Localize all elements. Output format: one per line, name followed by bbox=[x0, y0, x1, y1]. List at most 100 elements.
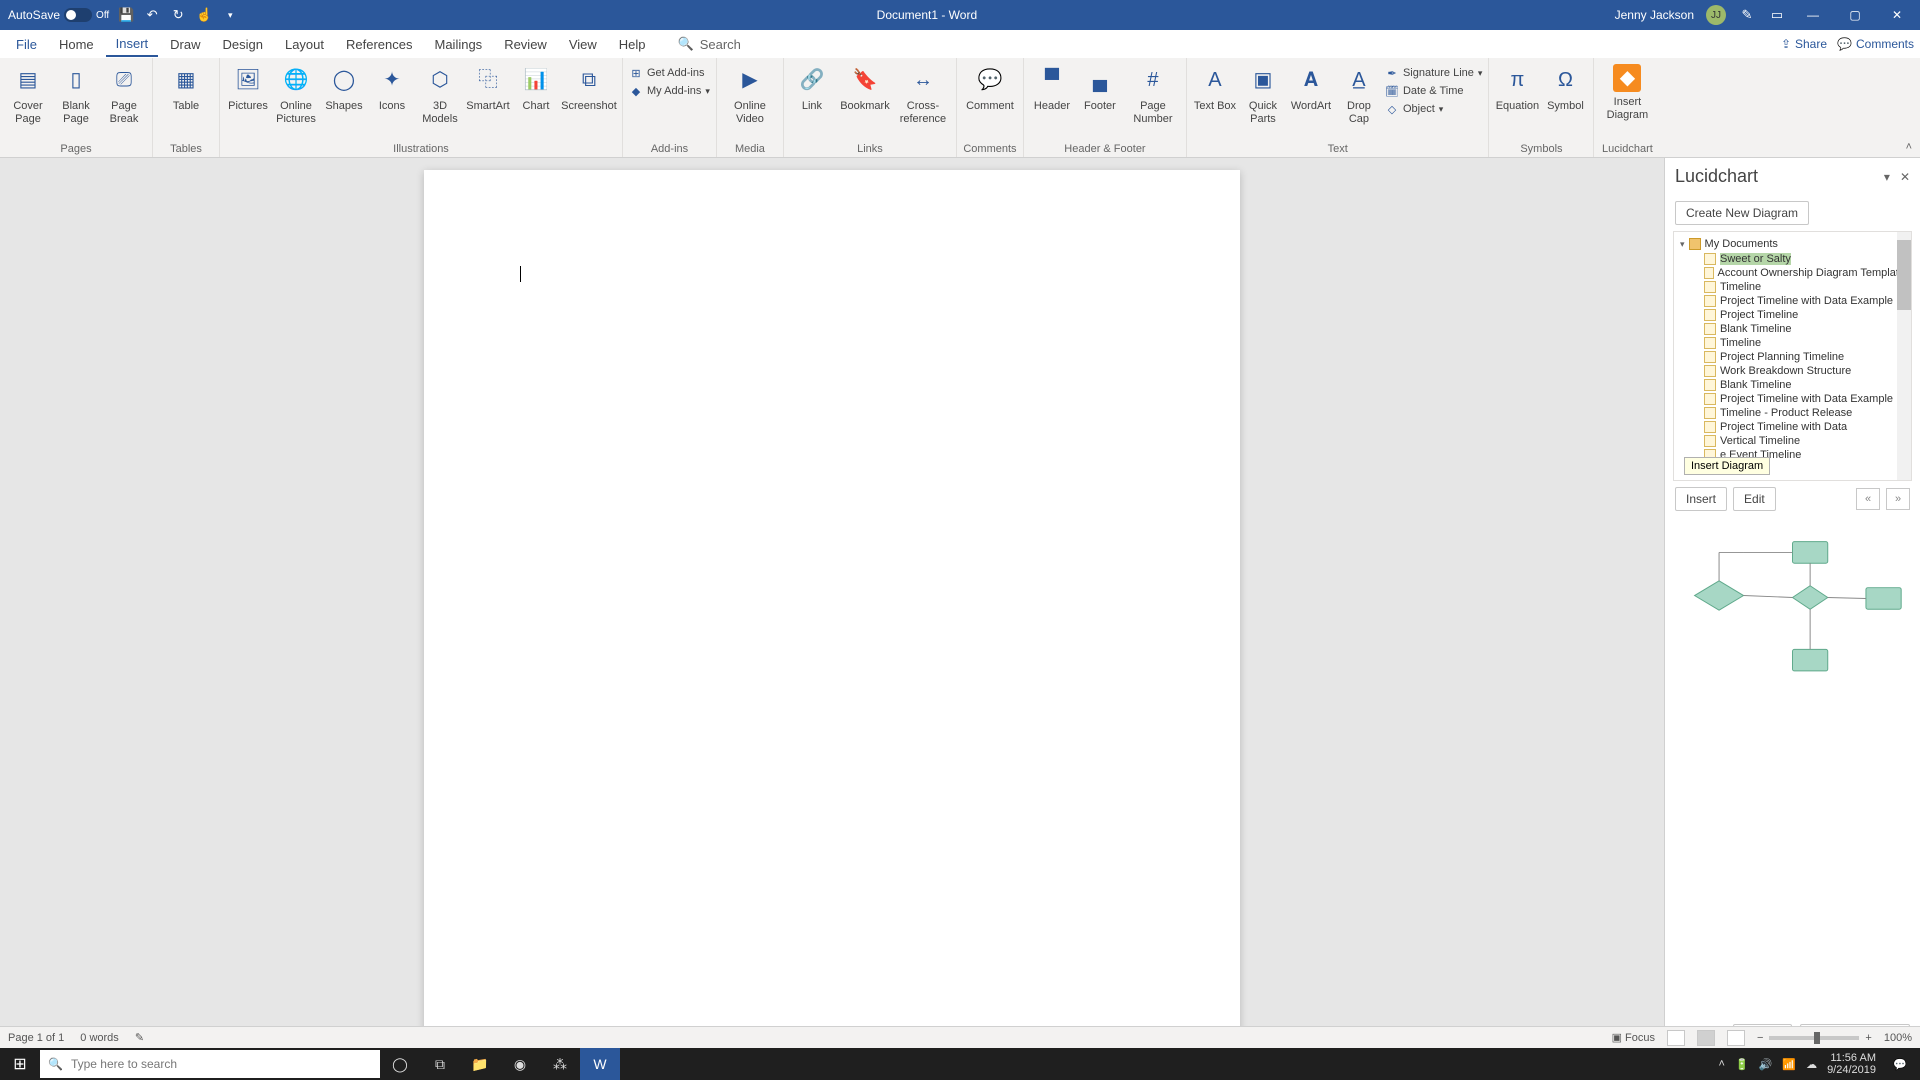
tree-item[interactable]: Project Timeline bbox=[1676, 308, 1909, 322]
textbox-button[interactable]: AText Box bbox=[1193, 62, 1237, 113]
footer-button[interactable]: ▄Footer bbox=[1078, 62, 1122, 113]
zoom-level[interactable]: 100% bbox=[1884, 1032, 1912, 1044]
tab-draw[interactable]: Draw bbox=[160, 33, 210, 56]
tab-insert[interactable]: Insert bbox=[106, 32, 159, 57]
symbol-button[interactable]: ΩSymbol bbox=[1543, 62, 1587, 113]
autosave-toggle[interactable]: AutoSave Off bbox=[8, 8, 109, 22]
read-mode-icon[interactable] bbox=[1667, 1030, 1685, 1046]
word-count[interactable]: 0 words bbox=[80, 1032, 119, 1044]
tree-item[interactable]: Account Ownership Diagram Template bbox=[1676, 266, 1909, 280]
tree-item[interactable]: Blank Timeline bbox=[1676, 378, 1909, 392]
qat-customize-icon[interactable]: ▾ bbox=[221, 6, 239, 24]
wifi-icon[interactable]: 📶 bbox=[1782, 1058, 1796, 1071]
screenshot-button[interactable]: ⧉Screenshot bbox=[562, 62, 616, 113]
tab-view[interactable]: View bbox=[559, 33, 607, 56]
focus-mode-button[interactable]: ▣ Focus bbox=[1612, 1031, 1655, 1044]
online-pictures-button[interactable]: 🌐Online Pictures bbox=[274, 62, 318, 125]
word-icon[interactable]: W bbox=[580, 1048, 620, 1080]
task-view-icon[interactable]: ⧉ bbox=[420, 1048, 460, 1080]
document-canvas[interactable] bbox=[0, 158, 1664, 1058]
share-button[interactable]: ⇪Share bbox=[1781, 37, 1827, 51]
tab-review[interactable]: Review bbox=[494, 33, 557, 56]
tree-item[interactable]: Vertical Timeline bbox=[1676, 434, 1909, 448]
cortana-icon[interactable]: ◯ bbox=[380, 1048, 420, 1080]
expand-icon[interactable]: ▾ bbox=[1680, 239, 1685, 250]
toggle-switch[interactable] bbox=[64, 8, 92, 22]
close-button[interactable]: ✕ bbox=[1882, 5, 1912, 25]
zoom-out-icon[interactable]: − bbox=[1757, 1032, 1763, 1044]
taskbar-search[interactable]: 🔍 Type here to search bbox=[40, 1050, 380, 1078]
tray-chevron-icon[interactable]: ˄ bbox=[1719, 1058, 1725, 1070]
slack-icon[interactable]: ⁂ bbox=[540, 1048, 580, 1080]
minimize-button[interactable]: — bbox=[1798, 5, 1828, 25]
header-button[interactable]: ▀Header bbox=[1030, 62, 1074, 113]
save-icon[interactable]: 💾 bbox=[117, 6, 135, 24]
zoom-thumb[interactable] bbox=[1814, 1032, 1820, 1044]
tree-item[interactable]: Sweet or Salty bbox=[1676, 252, 1909, 266]
panel-options-icon[interactable]: ▾ bbox=[1884, 170, 1890, 184]
scrollbar-thumb[interactable] bbox=[1897, 240, 1911, 310]
coming-soon-icon[interactable]: ✎ bbox=[1738, 6, 1756, 24]
repeat-icon[interactable]: ↻ bbox=[169, 6, 187, 24]
tree-root-folder[interactable]: ▾ My Documents bbox=[1676, 236, 1909, 252]
collapse-ribbon-icon[interactable]: ˄ bbox=[1906, 141, 1912, 153]
edit-button[interactable]: Edit bbox=[1733, 487, 1776, 511]
ribbon-display-icon[interactable]: ▭ bbox=[1768, 6, 1786, 24]
blank-page-button[interactable]: ▯Blank Page bbox=[54, 62, 98, 125]
file-explorer-icon[interactable]: 📁 bbox=[460, 1048, 500, 1080]
touch-mode-icon[interactable]: ☝ bbox=[195, 6, 213, 24]
quick-parts-button[interactable]: ▣Quick Parts bbox=[1241, 62, 1285, 125]
panel-close-icon[interactable]: ✕ bbox=[1900, 170, 1910, 184]
tab-help[interactable]: Help bbox=[609, 33, 656, 56]
date-time-button[interactable]: 🗓Date & Time bbox=[1385, 84, 1482, 98]
battery-icon[interactable]: 🔋 bbox=[1735, 1058, 1749, 1071]
tell-me-search[interactable]: 🔍 Search bbox=[678, 36, 741, 52]
cover-page-button[interactable]: ▤Cover Page bbox=[6, 62, 50, 125]
page-number-button[interactable]: #Page Number bbox=[1126, 62, 1180, 125]
maximize-button[interactable]: ▢ bbox=[1840, 5, 1870, 25]
tree-item[interactable]: Project Planning Timeline bbox=[1676, 350, 1909, 364]
tree-item[interactable]: Timeline - Product Release bbox=[1676, 406, 1909, 420]
print-layout-icon[interactable] bbox=[1697, 1030, 1715, 1046]
wordart-button[interactable]: 𝐀WordArt bbox=[1289, 62, 1333, 113]
volume-icon[interactable]: 🔊 bbox=[1759, 1058, 1773, 1071]
tree-item[interactable]: Work Breakdown Structure bbox=[1676, 364, 1909, 378]
tab-design[interactable]: Design bbox=[213, 33, 273, 56]
zoom-in-icon[interactable]: + bbox=[1865, 1032, 1871, 1044]
3d-models-button[interactable]: ⬡3D Models bbox=[418, 62, 462, 125]
page-indicator[interactable]: Page 1 of 1 bbox=[8, 1032, 64, 1044]
create-new-diagram-button[interactable]: Create New Diagram bbox=[1675, 201, 1809, 225]
insert-diagram-button[interactable]: ◆Insert Diagram bbox=[1600, 62, 1654, 121]
comment-button[interactable]: 💬Comment bbox=[963, 62, 1017, 113]
cross-reference-button[interactable]: ↔Cross-reference bbox=[896, 62, 950, 125]
pictures-button[interactable]: 🖼Pictures bbox=[226, 62, 270, 113]
tab-layout[interactable]: Layout bbox=[275, 33, 334, 56]
page-break-button[interactable]: ⎚Page Break bbox=[102, 62, 146, 125]
prev-page-button[interactable]: « bbox=[1856, 488, 1880, 510]
get-addins-button[interactable]: ⊞Get Add-ins bbox=[629, 66, 710, 80]
tree-scrollbar[interactable] bbox=[1897, 232, 1911, 480]
tab-home[interactable]: Home bbox=[49, 33, 104, 56]
online-video-button[interactable]: ▶Online Video bbox=[723, 62, 777, 125]
tab-references[interactable]: References bbox=[336, 33, 422, 56]
equation-button[interactable]: πEquation bbox=[1495, 62, 1539, 113]
tree-item[interactable]: Project Timeline with Data bbox=[1676, 420, 1909, 434]
chart-button[interactable]: 📊Chart bbox=[514, 62, 558, 113]
shapes-button[interactable]: ◯Shapes bbox=[322, 62, 366, 113]
tree-item[interactable]: Blank Timeline bbox=[1676, 322, 1909, 336]
zoom-track[interactable] bbox=[1769, 1036, 1859, 1040]
chrome-icon[interactable]: ◉ bbox=[500, 1048, 540, 1080]
next-page-button[interactable]: » bbox=[1886, 488, 1910, 510]
my-addins-button[interactable]: ◆My Add-ins▾ bbox=[629, 84, 710, 98]
spellcheck-icon[interactable]: ✎ bbox=[135, 1031, 144, 1044]
user-name[interactable]: Jenny Jackson bbox=[1615, 8, 1694, 22]
table-button[interactable]: ▦Table bbox=[159, 62, 213, 113]
onedrive-icon[interactable]: ☁ bbox=[1806, 1058, 1817, 1071]
signature-line-button[interactable]: ✒Signature Line▾ bbox=[1385, 66, 1482, 80]
web-layout-icon[interactable] bbox=[1727, 1030, 1745, 1046]
link-button[interactable]: 🔗Link bbox=[790, 62, 834, 113]
tree-item[interactable]: Timeline bbox=[1676, 280, 1909, 294]
tree-item[interactable]: Project Timeline with Data Example bbox=[1676, 294, 1909, 308]
user-avatar[interactable]: JJ bbox=[1706, 5, 1726, 25]
tab-mailings[interactable]: Mailings bbox=[425, 33, 493, 56]
